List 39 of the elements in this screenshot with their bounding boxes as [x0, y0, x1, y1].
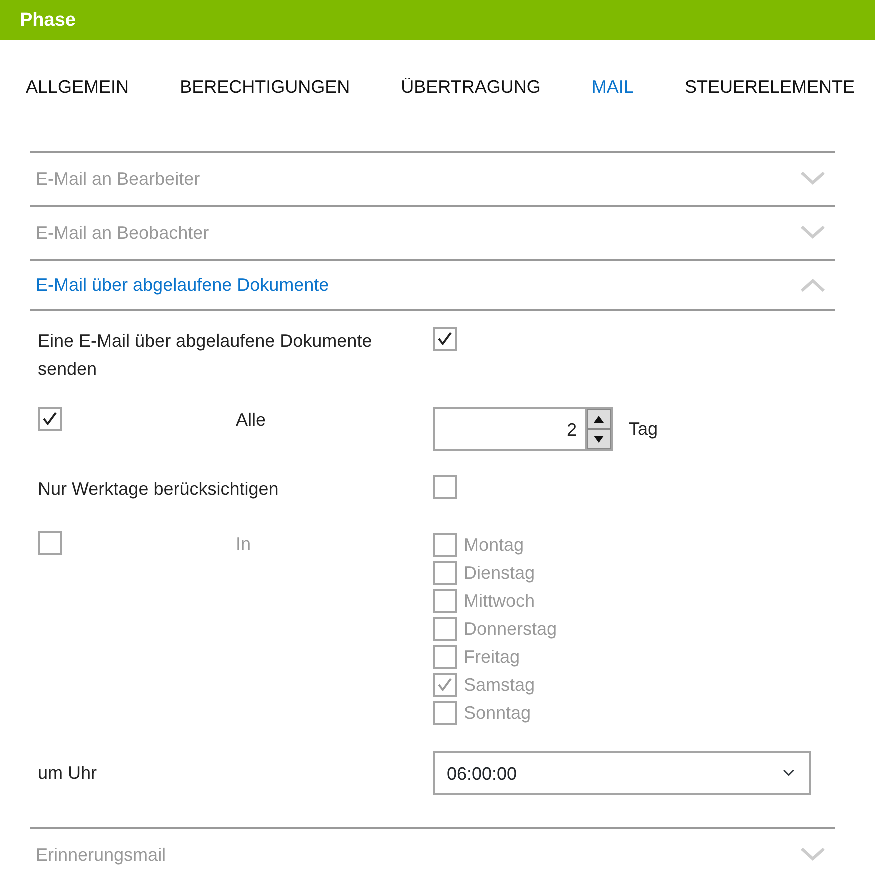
- triangle-up-icon: [594, 416, 604, 422]
- chevron-down-icon[interactable]: [801, 848, 825, 862]
- section-title: E-Mail an Beobachter: [36, 222, 210, 244]
- field-label: Nur Werktage berücksichtigen: [38, 478, 280, 501]
- field-label: Alle: [236, 409, 268, 432]
- section-title: E-Mail an Bearbeiter: [36, 168, 200, 190]
- checkbox-label: Freitag: [464, 646, 520, 669]
- chevron-down-icon[interactable]: [801, 226, 825, 240]
- chevron-up-icon[interactable]: [801, 278, 825, 292]
- tab[interactable]: ALLGEMEIN: [26, 74, 130, 101]
- spin-down-button[interactable]: [587, 429, 611, 449]
- checkbox-label: Sonntag: [464, 702, 532, 725]
- number-spinner[interactable]: 2: [433, 407, 613, 451]
- checkmark-icon: [436, 330, 454, 348]
- checkmark-icon: [436, 676, 454, 694]
- unit-label: Tag: [629, 418, 658, 441]
- tab[interactable]: BERECHTIGUNGEN: [180, 74, 350, 101]
- tab[interactable]: ÜBERTRAGUNG: [401, 74, 541, 101]
- spin-up-button[interactable]: [587, 409, 611, 429]
- checkbox[interactable]: [38, 407, 62, 431]
- field-label: Eine E-Mail über abgelaufene Dokumente senden: [38, 330, 374, 381]
- checkbox-label: Dienstag: [464, 562, 536, 585]
- time-dropdown[interactable]: 06:00:00: [433, 751, 811, 795]
- field-label: um Uhr: [38, 762, 98, 785]
- section-title: E-Mail über abgelaufene Dokumente: [36, 274, 330, 297]
- tab[interactable]: STEUERELEMENTE: [684, 74, 855, 101]
- tab[interactable]: MAIL: [592, 74, 634, 101]
- checkmark-icon: [41, 410, 59, 428]
- checkbox-label: Montag: [464, 534, 524, 557]
- checkbox-label: Donnerstag: [464, 618, 558, 641]
- window-title: Phase: [0, 0, 875, 40]
- section-title: Erinnerungsmail: [36, 844, 166, 867]
- triangle-down-icon: [594, 436, 604, 442]
- checkbox-label: Samstag: [464, 674, 536, 697]
- field-label: In: [236, 533, 252, 556]
- checkbox[interactable]: [433, 475, 457, 499]
- chevron-down-icon[interactable]: [801, 172, 825, 186]
- checkbox-label: Mittwoch: [464, 590, 536, 612]
- checkbox[interactable]: [433, 327, 457, 351]
